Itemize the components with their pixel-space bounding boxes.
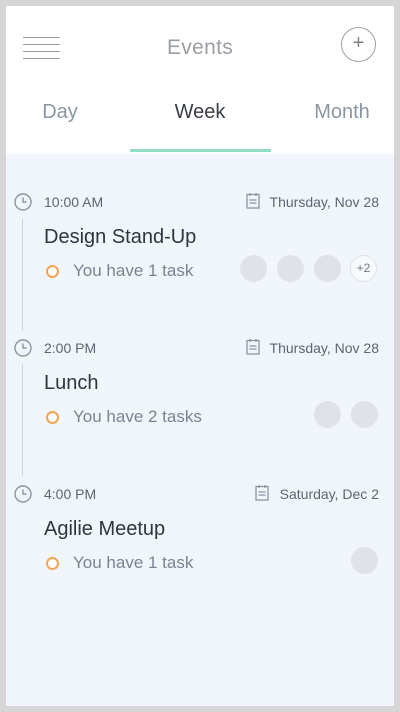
event-title: Agilie Meetup <box>44 518 166 540</box>
event-date: Thursday, Nov 28 <box>269 194 379 210</box>
header: Events + Day Week Month <box>6 6 394 154</box>
plus-icon: + <box>352 32 365 54</box>
event-date: Saturday, Dec 2 <box>279 486 379 502</box>
task-status-dot <box>46 557 59 570</box>
event-time: 10:00 AM <box>44 194 104 210</box>
task-status-dot <box>46 411 59 424</box>
event-time: 4:00 PM <box>44 486 97 502</box>
event-time: 2:00 PM <box>44 340 97 356</box>
active-tab-indicator <box>130 149 271 152</box>
clock-icon <box>14 193 32 211</box>
calendar-icon <box>255 485 269 501</box>
avatar[interactable] <box>351 547 378 574</box>
clock-icon <box>14 485 32 503</box>
tab-day[interactable]: Day <box>6 101 122 124</box>
phone-screen: Events + Day Week Month 10:00 AM Thursda… <box>6 6 394 706</box>
calendar-icon <box>246 193 260 209</box>
avatar[interactable] <box>240 255 267 282</box>
avatar[interactable] <box>314 401 341 428</box>
event-title: Design Stand-Up <box>44 226 197 248</box>
add-event-button[interactable]: + <box>341 27 376 62</box>
avatar[interactable] <box>314 255 341 282</box>
avatar[interactable] <box>351 401 378 428</box>
task-count[interactable]: You have 1 task <box>73 261 193 281</box>
task-status-dot <box>46 265 59 278</box>
tab-week[interactable]: Week <box>138 101 262 124</box>
more-attendees-badge[interactable]: +2 <box>350 255 377 282</box>
tab-month[interactable]: Month <box>280 101 394 124</box>
page-title: Events <box>167 36 233 59</box>
event-card[interactable]: 10:00 AM Thursday, Nov 28 Design Stand-U… <box>6 193 394 333</box>
calendar-icon <box>246 339 260 355</box>
task-count[interactable]: You have 2 tasks <box>73 407 202 427</box>
task-count[interactable]: You have 1 task <box>73 553 193 573</box>
event-title: Lunch <box>44 372 99 394</box>
event-card[interactable]: 4:00 PM Saturday, Dec 2 Agilie Meetup Yo… <box>6 485 394 625</box>
event-card[interactable]: 2:00 PM Thursday, Nov 28 Lunch You have … <box>6 339 394 479</box>
clock-icon <box>14 339 32 357</box>
avatar[interactable] <box>277 255 304 282</box>
event-date: Thursday, Nov 28 <box>269 340 379 356</box>
